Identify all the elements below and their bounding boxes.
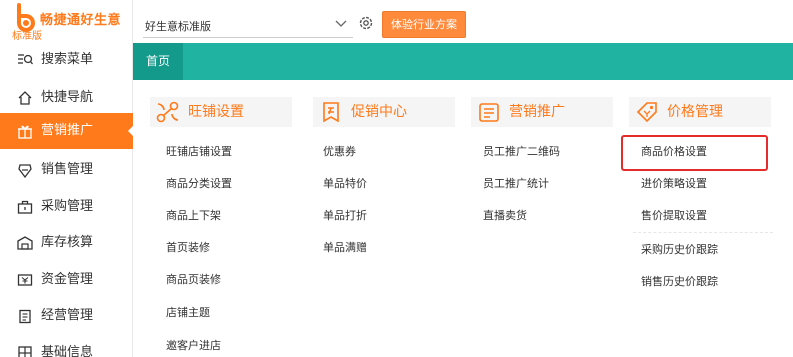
sidebar-item-label: 库存核算 — [41, 235, 94, 250]
sidebar-item-funds[interactable]: 资金管理 — [0, 262, 133, 298]
menu-link-employee-promotion-stats[interactable]: 员工推广统计 — [483, 177, 549, 191]
sidebar-item-inventory[interactable]: 库存核算 — [0, 225, 133, 261]
menu-link-single-item-special-price[interactable]: 单品特价 — [323, 177, 367, 191]
menu-link-sales-price-history[interactable]: 销售历史价跟踪 — [641, 275, 718, 289]
sidebar-item-operations[interactable]: 经营管理 — [0, 298, 133, 334]
menu-link-purchase-price-strategy[interactable]: 进价策略设置 — [641, 177, 707, 191]
gift-icon — [18, 125, 32, 139]
menu-column-header-promotion-center: 促销中心 — [313, 97, 455, 127]
gear-icon[interactable] — [358, 15, 374, 31]
megaphone-icon — [479, 103, 499, 122]
divider — [633, 232, 773, 233]
sidebar-item-quick-nav[interactable]: 快捷导航 — [0, 80, 133, 116]
promo-tag-icon — [323, 102, 339, 123]
menu-link-shop-store-settings[interactable]: 旺铺店铺设置 — [166, 145, 232, 159]
menu-link-store-theme[interactable]: 店铺主题 — [166, 306, 210, 320]
money-icon — [17, 274, 33, 286]
sidebar-item-label: 采购管理 — [41, 199, 94, 214]
menu-link-invite-customers[interactable]: 邀客户进店 — [166, 339, 221, 353]
sidebar-item-label: 销售管理 — [41, 162, 94, 177]
menu-column-header-marketing: 营销推广 — [471, 97, 613, 127]
top-bar: 好生意标准版 体验行业方案 — [133, 0, 793, 46]
menu-column-title: 营销推广 — [509, 104, 565, 120]
product-select[interactable]: 好生意标准版 — [143, 10, 353, 38]
menu-link-homepage-decoration[interactable]: 首页装修 — [166, 241, 210, 255]
sidebar-item-label: 快捷导航 — [41, 90, 94, 105]
edition-label: 标准版 — [12, 31, 42, 42]
grid-icon — [18, 346, 32, 357]
mega-menu: 旺铺设置 旺铺店铺设置 商品分类设置 商品上下架 首页装修 商品页装修 店铺主题… — [133, 80, 793, 357]
price-tag-icon — [636, 102, 657, 123]
sidebar-item-purchase[interactable]: 采购管理 — [0, 189, 133, 225]
menu-column-title: 旺铺设置 — [188, 104, 244, 120]
sales-icon — [18, 164, 32, 178]
menu-link-purchase-price-history[interactable]: 采购历史价跟踪 — [641, 243, 718, 257]
sidebar-item-sales[interactable]: 销售管理 — [0, 152, 133, 188]
menu-link-product-listing[interactable]: 商品上下架 — [166, 209, 221, 223]
sidebar-item-search-menu[interactable]: 搜索菜单 — [0, 42, 133, 78]
menu-link-coupons[interactable]: 优惠券 — [323, 145, 356, 159]
chevron-down-icon — [335, 20, 347, 27]
sidebar-item-basic-info[interactable]: 基础信息 — [0, 335, 133, 357]
sidebar-item-label: 资金管理 — [41, 272, 94, 287]
product-select-value: 好生意标准版 — [145, 20, 211, 33]
tab-bar: 首页 — [133, 43, 793, 80]
menu-link-single-item-gift[interactable]: 单品满赠 — [323, 241, 367, 255]
briefcase-icon — [17, 200, 33, 214]
sidebar-item-label: 营销推广 — [41, 123, 94, 138]
logo[interactable]: 畅捷通好生意 标准版 — [0, 0, 133, 42]
sidebar-item-label: 基础信息 — [41, 345, 94, 357]
menu-column-title: 促销中心 — [351, 104, 407, 120]
menu-link-single-item-discount[interactable]: 单品打折 — [323, 209, 367, 223]
menu-link-employee-qr-code[interactable]: 员工推广二维码 — [483, 145, 560, 159]
logo-name: 畅捷通好生意 — [40, 13, 122, 28]
sidebar-item-label: 经营管理 — [41, 308, 94, 323]
warehouse-icon — [17, 236, 33, 250]
tab-home[interactable]: 首页 — [133, 43, 183, 80]
menu-link-live-selling[interactable]: 直播卖货 — [483, 209, 527, 223]
menu-link-sale-price-extraction[interactable]: 售价提取设置 — [641, 209, 707, 223]
menu-column-title: 价格管理 — [667, 104, 723, 120]
industry-solution-button[interactable]: 体验行业方案 — [382, 11, 466, 38]
home-icon — [18, 91, 32, 105]
menu-link-product-page-decoration[interactable]: 商品页装修 — [166, 273, 221, 287]
menu-link-product-price-settings[interactable]: 商品价格设置 — [641, 145, 707, 159]
sidebar: 畅捷通好生意 标准版 搜索菜单 快捷导航 营销推广 销售管理 采购管理 库存核算… — [0, 0, 135, 357]
clipboard-icon — [19, 309, 31, 324]
menu-column-header-price-management: 价格管理 — [629, 97, 771, 127]
menu-column-header-shop-settings: 旺铺设置 — [150, 97, 292, 127]
sidebar-item-marketing[interactable]: 营销推广 — [0, 113, 133, 149]
search-menu-icon — [18, 54, 33, 65]
sidebar-item-label: 搜索菜单 — [41, 52, 94, 67]
scissors-tools-icon — [156, 101, 179, 123]
menu-link-product-category-settings[interactable]: 商品分类设置 — [166, 177, 232, 191]
